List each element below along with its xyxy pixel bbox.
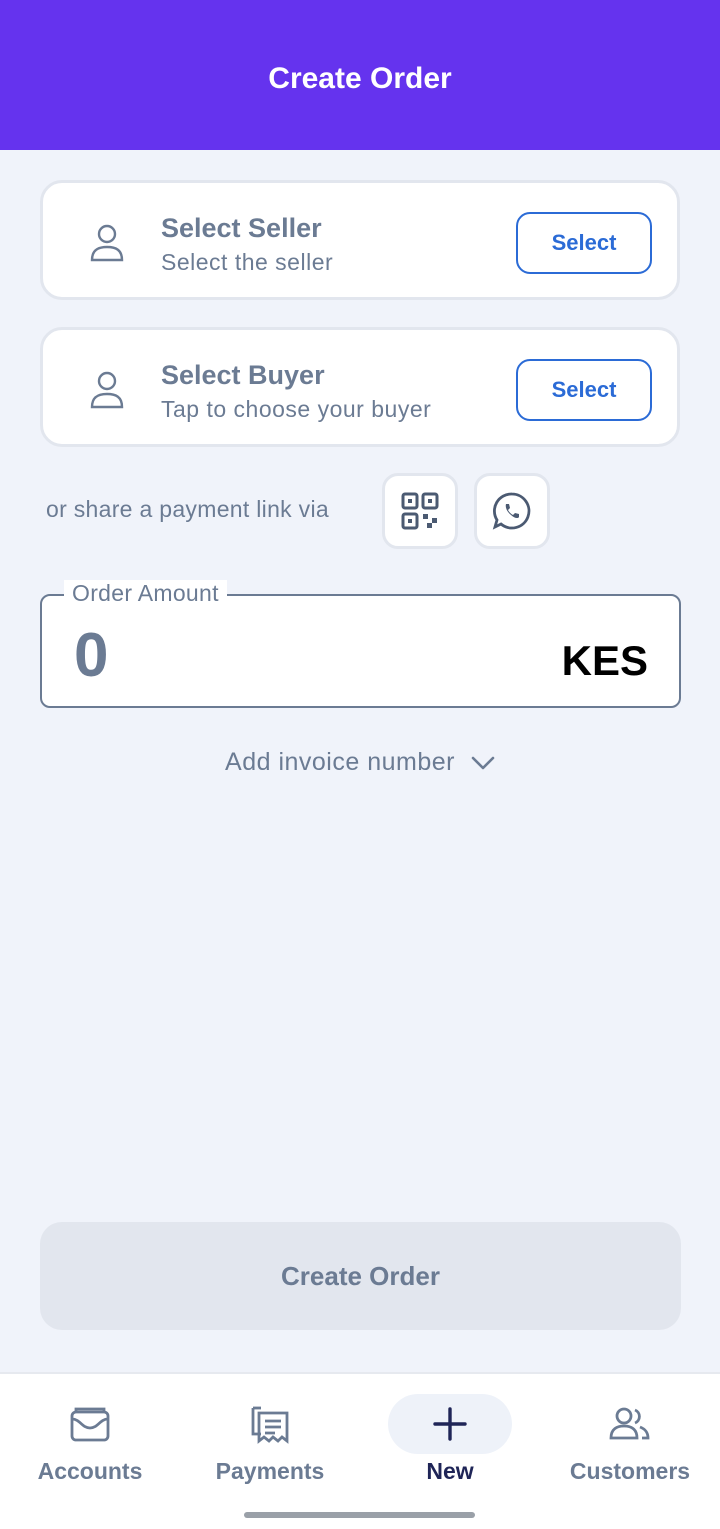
plus-icon xyxy=(433,1407,467,1441)
nav-label-accounts: Accounts xyxy=(37,1458,143,1484)
nav-label-payments: Payments xyxy=(215,1458,325,1484)
receipt-icon xyxy=(251,1406,289,1444)
seller-subtitle: Select the seller xyxy=(161,249,334,275)
nav-item-customers[interactable]: Customers xyxy=(540,1394,720,1494)
buyer-subtitle: Tap to choose your buyer xyxy=(161,396,432,422)
buyer-card[interactable]: Select Buyer Tap to choose your buyer Se… xyxy=(40,327,680,447)
nav-icon-wrap xyxy=(568,1394,692,1454)
whatsapp-share-button[interactable] xyxy=(474,473,550,549)
nav-label-new: New xyxy=(426,1458,474,1484)
bottom-nav: Accounts Payments New Customers xyxy=(0,1372,720,1529)
chevron-down-icon xyxy=(471,756,495,769)
nav-item-new[interactable]: New xyxy=(360,1394,540,1494)
person-icon xyxy=(90,371,124,409)
add-invoice-label: Add invoice number xyxy=(225,748,455,776)
currency-label: KES xyxy=(561,637,648,684)
nav-label-customers: Customers xyxy=(569,1458,691,1484)
whatsapp-icon xyxy=(492,492,531,530)
nav-icon-wrap xyxy=(28,1394,152,1454)
create-order-button[interactable]: Create Order xyxy=(40,1222,681,1330)
nav-item-payments[interactable]: Payments xyxy=(180,1394,360,1494)
buyer-title: Select Buyer xyxy=(161,360,325,390)
wallet-icon xyxy=(70,1407,110,1442)
person-icon xyxy=(90,224,124,262)
nav-icon-wrap xyxy=(208,1394,332,1454)
order-amount-value[interactable]: 0 xyxy=(74,620,108,691)
qr-code-button[interactable] xyxy=(382,473,458,549)
share-link-text: or share a payment link via xyxy=(46,496,329,522)
nav-item-accounts[interactable]: Accounts xyxy=(0,1394,180,1494)
nav-icon-wrap-active xyxy=(388,1394,512,1454)
select-buyer-button[interactable]: Select xyxy=(516,359,652,421)
seller-title: Select Seller xyxy=(161,213,322,243)
qr-code-icon xyxy=(401,492,439,530)
order-amount-label: Order Amount xyxy=(64,580,227,607)
page-title: Create Order xyxy=(268,62,452,95)
select-seller-button[interactable]: Select xyxy=(516,212,652,274)
home-indicator xyxy=(244,1512,475,1518)
app-header: Create Order xyxy=(0,0,720,150)
seller-card[interactable]: Select Seller Select the seller Select xyxy=(40,180,680,300)
add-invoice-toggle[interactable]: Add invoice number xyxy=(0,748,720,777)
people-icon xyxy=(609,1407,650,1440)
